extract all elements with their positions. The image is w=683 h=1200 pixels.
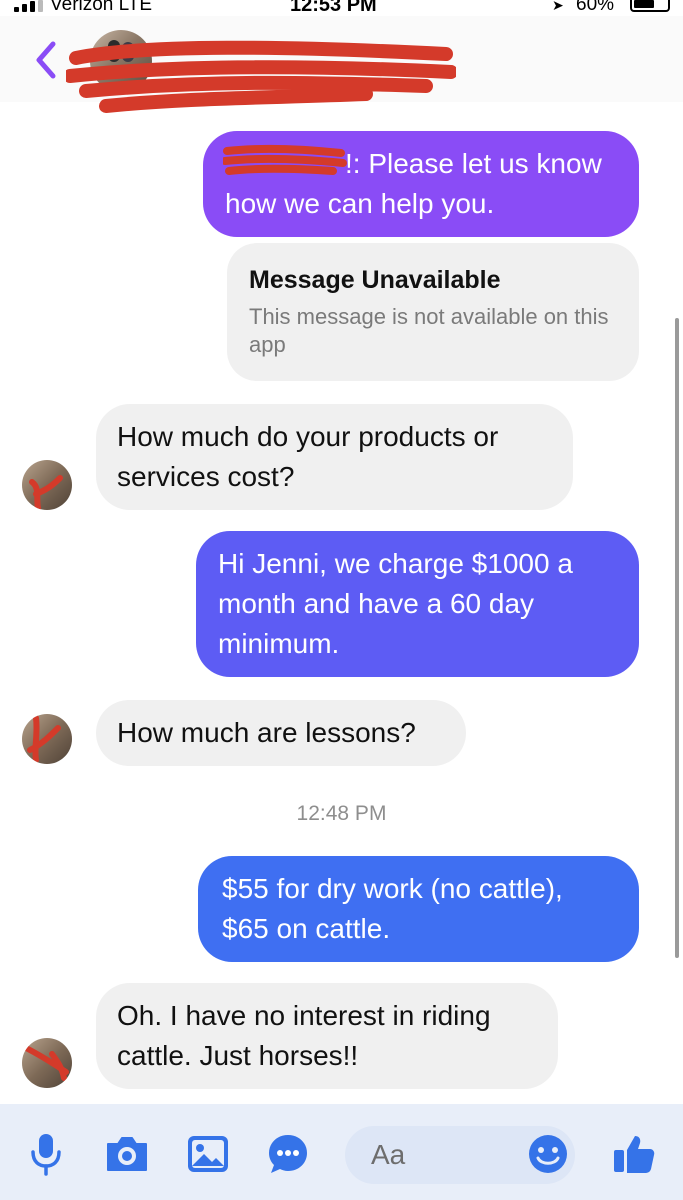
more-dots-icon [269, 1135, 307, 1173]
status-bar: Verizon LTE 12:53 PM ➤ 60% [0, 0, 683, 16]
status-time: 12:53 PM [290, 0, 377, 16]
signal-icon [14, 0, 43, 12]
carrier-label: Verizon LTE [50, 0, 153, 15]
more-options-button[interactable] [264, 1130, 312, 1178]
name-redaction [66, 40, 456, 113]
outgoing-message[interactable]: Hi Jenni, we charge $1000 a month and ha… [196, 531, 639, 677]
location-arrow-icon: ➤ [552, 0, 564, 13]
outgoing-message[interactable]: !: Please let us know how we can help yo… [203, 131, 639, 237]
unavailable-subtitle: This message is not available on this ap… [249, 304, 609, 357]
gallery-button[interactable] [184, 1130, 232, 1178]
outgoing-message[interactable]: $55 for dry work (no cattle), $65 on cat… [198, 856, 639, 962]
thumbs-up-icon [614, 1136, 655, 1173]
sender-avatar[interactable] [22, 460, 72, 510]
incoming-message[interactable]: Oh. I have no interest in riding cattle.… [96, 983, 558, 1089]
incoming-message[interactable]: How much do your products or services co… [96, 404, 573, 510]
incoming-message[interactable]: How much are lessons? [96, 700, 466, 766]
camera-button[interactable] [103, 1130, 151, 1178]
gallery-icon [188, 1136, 228, 1172]
battery-percent: 60% [576, 0, 615, 15]
conversation-header [0, 16, 683, 113]
unavailable-message-card[interactable]: Message Unavailable This message is not … [227, 243, 639, 381]
scrollbar[interactable] [675, 318, 679, 958]
microphone-icon [31, 1134, 61, 1176]
sender-avatar[interactable] [22, 714, 72, 764]
message-timestamp: 12:48 PM [296, 802, 387, 825]
unavailable-title: Message Unavailable [249, 266, 501, 294]
redaction-mark [223, 144, 347, 175]
emoji-button[interactable] [524, 1130, 572, 1178]
emoji-icon [529, 1135, 567, 1173]
back-button[interactable] [30, 38, 60, 82]
microphone-button[interactable] [22, 1130, 70, 1178]
composer-bar: Aa [0, 1104, 683, 1200]
chevron-left-icon [36, 41, 56, 79]
battery-icon [630, 0, 670, 12]
like-button[interactable] [610, 1130, 658, 1178]
sender-avatar[interactable] [22, 1038, 72, 1088]
camera-icon [107, 1137, 147, 1171]
